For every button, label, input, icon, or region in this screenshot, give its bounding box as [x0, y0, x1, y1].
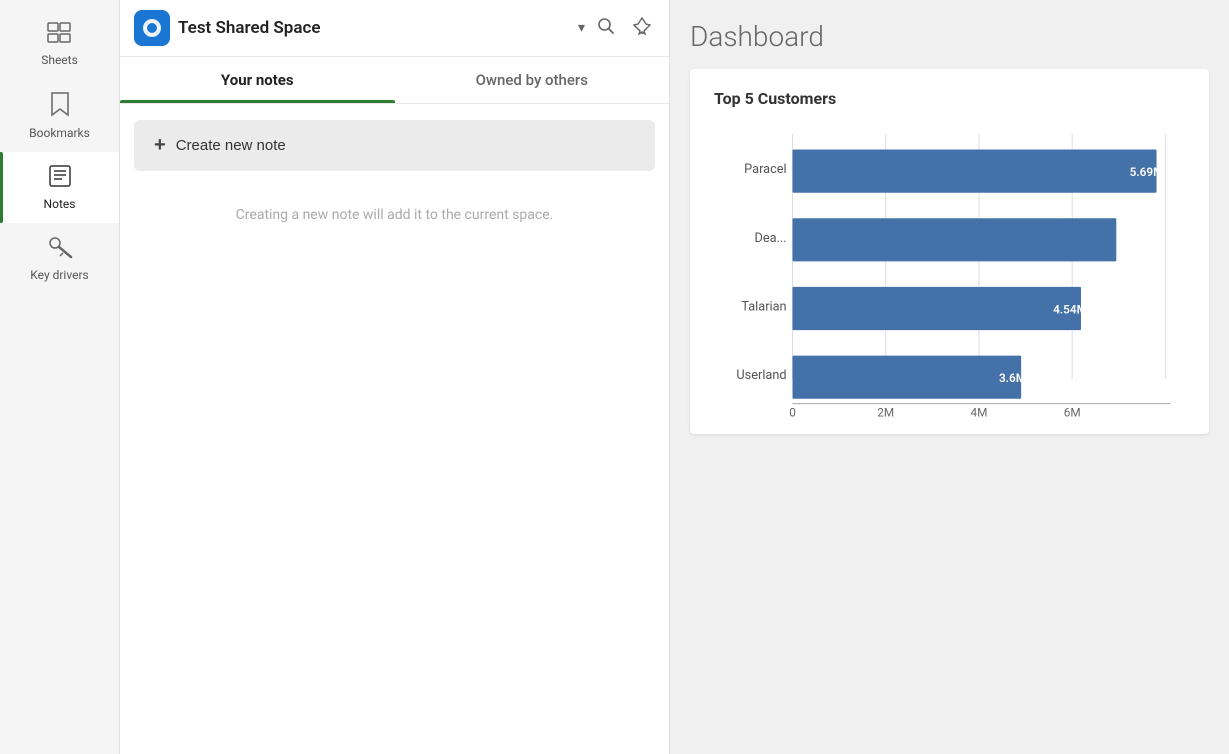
svg-text:Userland: Userland — [736, 368, 786, 383]
tab-your-notes[interactable]: Your notes — [120, 57, 395, 103]
sidebar-item-key-drivers[interactable]: Key drivers — [0, 223, 119, 294]
svg-text:Dea...: Dea... — [754, 231, 786, 246]
svg-text:3.6M: 3.6M — [999, 371, 1026, 385]
svg-text:5.69M: 5.69M — [1130, 165, 1164, 179]
sidebar-label-key-drivers: Key drivers — [30, 268, 88, 282]
sidebar: Sheets Bookmarks Notes — [0, 0, 120, 754]
svg-text:Paracel: Paracel — [744, 162, 786, 177]
notes-panel: Test Shared Space ▾ Your notes Owned by … — [120, 0, 670, 754]
sidebar-item-sheets[interactable]: Sheets — [0, 10, 119, 79]
key-drivers-icon — [47, 235, 73, 264]
bar-chart: Paracel 5.69M Dea... Talarian 4.54M User… — [714, 124, 1185, 418]
svg-text:4.54M: 4.54M — [1053, 302, 1087, 316]
notes-icon — [48, 164, 72, 193]
dashboard-title: Dashboard — [690, 20, 1209, 53]
dashboard-area: Dashboard Top 5 Customers Paracel 5.69M … — [670, 0, 1229, 754]
app-icon — [134, 10, 170, 46]
tab-owned-by-others[interactable]: Owned by others — [395, 57, 670, 103]
empty-message: Creating a new note will add it to the c… — [120, 197, 669, 233]
sidebar-item-bookmarks[interactable]: Bookmarks — [0, 79, 119, 152]
chart-card: Top 5 Customers Paracel 5.69M Dea... Tal… — [690, 69, 1209, 434]
svg-text:6M: 6M — [1064, 405, 1081, 418]
svg-text:0: 0 — [789, 405, 796, 418]
sidebar-item-notes[interactable]: Notes — [0, 152, 119, 223]
sidebar-label-sheets: Sheets — [41, 53, 78, 67]
svg-text:2M: 2M — [877, 405, 894, 418]
chevron-down-icon[interactable]: ▾ — [578, 20, 585, 36]
notes-header-actions — [593, 13, 655, 44]
create-note-label: Create new note — [176, 137, 286, 154]
pin-icon[interactable] — [629, 13, 655, 44]
sidebar-label-notes: Notes — [44, 197, 76, 211]
svg-text:4M: 4M — [970, 405, 987, 418]
notes-panel-title: Test Shared Space — [178, 18, 570, 38]
search-icon[interactable] — [593, 13, 619, 44]
sheets-icon — [47, 22, 73, 49]
chart-title: Top 5 Customers — [714, 89, 1185, 108]
svg-text:Talarian: Talarian — [741, 299, 786, 314]
create-new-note-button[interactable]: + Create new note — [134, 120, 655, 171]
notes-header: Test Shared Space ▾ — [120, 0, 669, 57]
plus-icon: + — [154, 134, 166, 157]
tabs: Your notes Owned by others — [120, 57, 669, 104]
bookmarks-icon — [50, 91, 70, 122]
sidebar-label-bookmarks: Bookmarks — [29, 126, 90, 140]
